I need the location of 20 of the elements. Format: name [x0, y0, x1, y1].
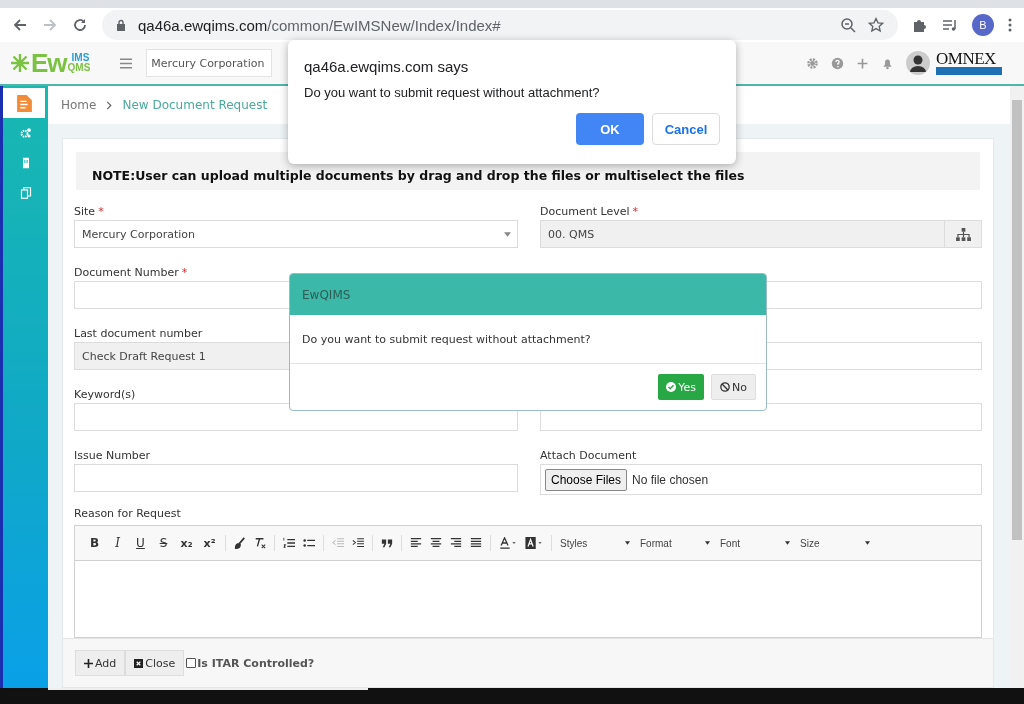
field-label: Issue Number [74, 448, 151, 462]
breadcrumb-current: New Document Request [122, 98, 268, 112]
modal-title: EwQIMS [302, 287, 351, 302]
modal-message: Do you want to submit request without attachment? [290, 315, 766, 364]
field-label: Site [74, 204, 96, 218]
field-label: Last document number [74, 326, 203, 340]
field-label: Keyword(s) [74, 387, 136, 401]
brand-logo: OMNEX [936, 51, 1002, 75]
required-mark: * [181, 265, 188, 279]
field-label: Attach Document [540, 448, 637, 462]
file-status: No file chosen [632, 472, 709, 487]
dialog-title: qa46a.ewqims.com says [304, 58, 470, 75]
field-label: Reason for Request [74, 507, 182, 521]
required-mark: * [632, 204, 639, 218]
required-mark: * [98, 204, 104, 218]
checkbox-label: Is ITAR Controlled? [197, 656, 315, 670]
url-text: qa46a.ewqims.com/common/EwIMSNew/Index/Index# [138, 16, 501, 34]
field-label: Document Number [74, 265, 179, 279]
dialog-message: Do you want to submit request without attachment? [304, 85, 601, 100]
field-label: Document Level [540, 204, 630, 218]
